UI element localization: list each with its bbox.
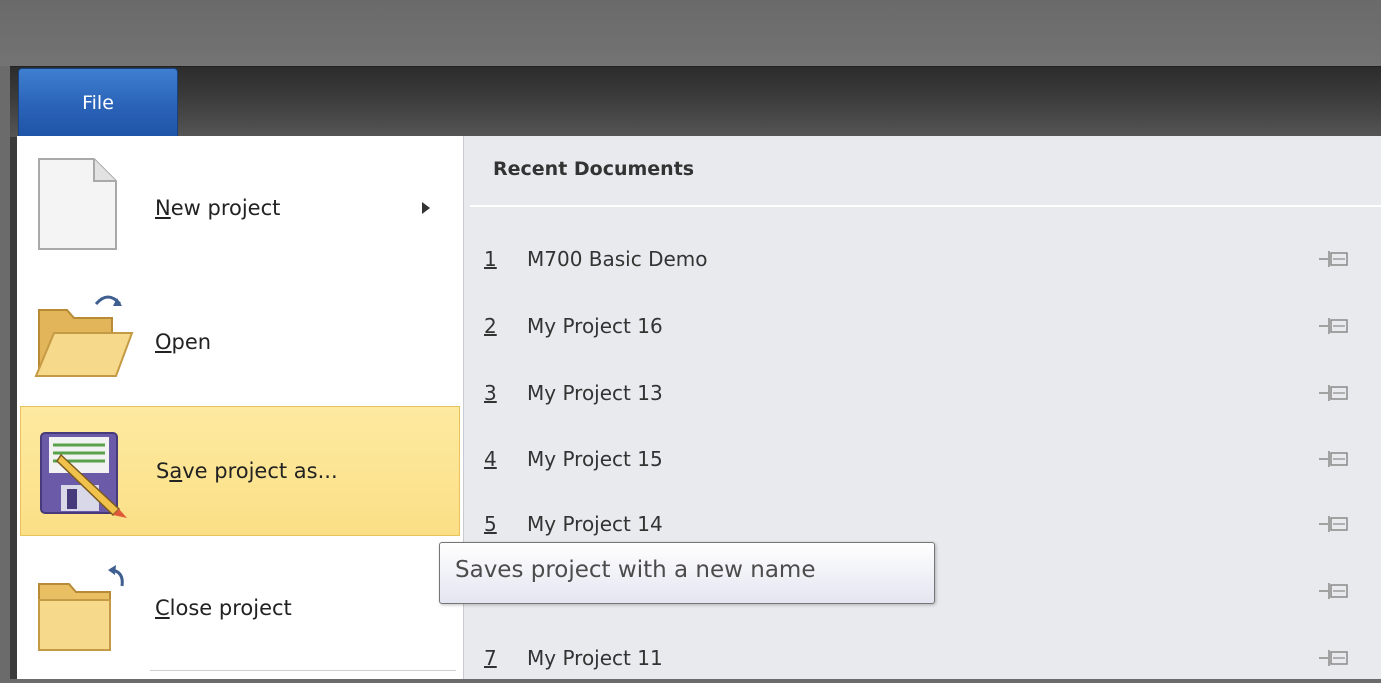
close-folder-icon — [34, 562, 134, 666]
recent-document-item[interactable]: 3 My Project 13 — [470, 368, 1375, 418]
recent-header-divider — [470, 205, 1381, 207]
title-bar — [0, 0, 1381, 66]
pin-icon[interactable] — [1319, 248, 1353, 270]
recent-item-name: M700 Basic Demo — [527, 247, 708, 271]
file-tab[interactable]: File — [18, 68, 178, 136]
submenu-arrow-icon — [422, 202, 430, 214]
recent-item-name: My Project 14 — [527, 512, 663, 536]
recent-item-name: My Project 13 — [527, 381, 663, 405]
recent-item-number: 2 — [484, 314, 497, 338]
pin-icon[interactable] — [1319, 315, 1353, 337]
save-project-as-menu-item[interactable]: Save project as... — [20, 406, 460, 536]
pin-icon[interactable] — [1319, 580, 1353, 602]
recent-item-number: 7 — [484, 646, 497, 670]
pin-icon[interactable] — [1319, 382, 1353, 404]
new-project-menu-item[interactable]: New project — [20, 140, 460, 270]
pin-icon[interactable] — [1319, 513, 1353, 535]
save-project-as-label: Save project as... — [156, 459, 338, 483]
new-project-label: New project — [155, 196, 281, 220]
open-label: Open — [155, 330, 212, 354]
ribbon-tab-strip — [10, 66, 1381, 137]
recent-document-item[interactable]: 4 My Project 15 — [470, 434, 1375, 484]
open-menu-item[interactable]: Open — [20, 274, 460, 404]
open-folder-icon — [34, 288, 134, 392]
recent-document-item[interactable]: 2 My Project 16 — [470, 301, 1375, 351]
recent-item-number: 3 — [484, 381, 497, 405]
recent-item-name: My Project 16 — [527, 314, 663, 338]
tooltip: Saves project with a new name — [439, 542, 935, 604]
pin-icon[interactable] — [1319, 448, 1353, 470]
close-project-label: Close project — [155, 596, 292, 620]
recent-item-name: My Project 15 — [527, 447, 663, 471]
recent-document-item[interactable]: 7 My Project 11 — [470, 633, 1375, 683]
blank-document-icon — [34, 154, 124, 258]
recent-item-number: 5 — [484, 512, 497, 536]
file-tab-label: File — [82, 91, 114, 114]
recent-item-number: 4 — [484, 447, 497, 471]
recent-item-name: My Project 11 — [527, 646, 663, 670]
pin-icon[interactable] — [1319, 647, 1353, 669]
floppy-disk-pencil-icon — [35, 421, 135, 525]
recent-document-item[interactable]: 1 M700 Basic Demo — [470, 234, 1375, 284]
menu-divider — [150, 670, 456, 671]
recent-item-number: 1 — [484, 247, 497, 271]
close-project-menu-item[interactable]: Close project — [20, 540, 460, 670]
recent-documents-header: Recent Documents — [493, 158, 695, 180]
